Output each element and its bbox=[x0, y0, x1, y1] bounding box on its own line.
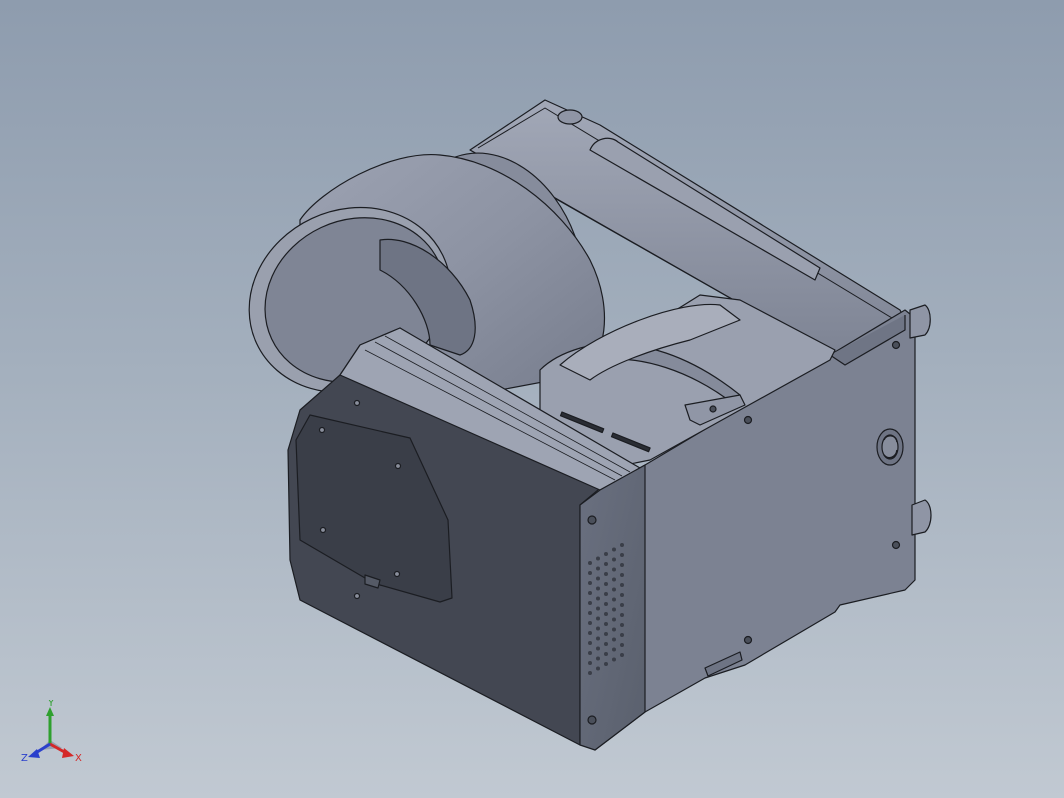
rail-knob bbox=[557, 109, 583, 125]
coordinate-triad-icon: Y X Z bbox=[21, 700, 82, 764]
vent-hole bbox=[604, 642, 608, 646]
front-screw bbox=[587, 715, 597, 725]
rear-bolt bbox=[911, 499, 932, 536]
vent-hole bbox=[612, 567, 616, 572]
side-screw bbox=[891, 340, 901, 350]
panel-screw bbox=[353, 399, 361, 407]
vent-hole bbox=[620, 643, 624, 647]
vent-hole bbox=[620, 563, 624, 567]
vent-hole bbox=[588, 561, 592, 565]
vent-hole bbox=[596, 656, 600, 661]
door-screw bbox=[393, 570, 401, 578]
adjust-knob-icon[interactable] bbox=[876, 428, 904, 466]
vent-hole bbox=[620, 543, 624, 547]
vent-hole bbox=[588, 661, 592, 665]
vent-hole bbox=[620, 653, 624, 657]
triad-z-label: Z bbox=[21, 753, 28, 764]
rear-bolt bbox=[909, 304, 931, 339]
vent-hole bbox=[588, 571, 592, 575]
vent-hole bbox=[604, 622, 608, 626]
vent-hole bbox=[612, 587, 616, 592]
vent-hole bbox=[604, 652, 608, 656]
panel-screw bbox=[353, 592, 361, 600]
vent-hole bbox=[604, 562, 608, 566]
vent-hole bbox=[604, 552, 608, 556]
vent-hole bbox=[588, 631, 592, 635]
vent-hole bbox=[612, 577, 616, 582]
latch-screw bbox=[709, 405, 717, 413]
vent-hole bbox=[612, 647, 616, 652]
vent-hole bbox=[588, 641, 592, 645]
door-screw bbox=[394, 462, 402, 470]
vent-hole bbox=[596, 576, 600, 581]
vent-hole bbox=[620, 573, 624, 577]
cad-model-view[interactable] bbox=[0, 0, 1064, 798]
side-screw bbox=[891, 540, 901, 550]
vent-hole bbox=[604, 602, 608, 606]
vent-hole bbox=[604, 582, 608, 586]
triad-x-label: X bbox=[75, 753, 82, 764]
vent-hole bbox=[620, 553, 624, 557]
vent-hole bbox=[620, 603, 624, 607]
vent-hole bbox=[596, 666, 600, 671]
vent-hole bbox=[620, 593, 624, 597]
vent-hole bbox=[620, 583, 624, 587]
vent-hole bbox=[612, 557, 616, 562]
vent-hole bbox=[588, 611, 592, 615]
vent-hole bbox=[604, 632, 608, 636]
vent-hole bbox=[596, 636, 600, 641]
triad-y-label: Y bbox=[47, 700, 55, 709]
vent-hole bbox=[604, 592, 608, 596]
vent-hole bbox=[612, 617, 616, 622]
vent-hole bbox=[596, 626, 600, 631]
vent-hole bbox=[612, 597, 616, 602]
vent-hole bbox=[620, 623, 624, 627]
vent-hole bbox=[596, 606, 600, 611]
vent-hole bbox=[596, 616, 600, 621]
vent-hole bbox=[588, 601, 592, 605]
vent-hole bbox=[612, 547, 616, 552]
vent-hole bbox=[612, 637, 616, 642]
vent-hole bbox=[596, 586, 600, 591]
front-face bbox=[579, 464, 646, 751]
vent-hole bbox=[604, 572, 608, 576]
door-screw bbox=[319, 526, 327, 534]
side-screw bbox=[743, 415, 753, 425]
vent-hole bbox=[620, 633, 624, 637]
vent-hole bbox=[588, 651, 592, 655]
vent-hole bbox=[588, 581, 592, 585]
vent-hole bbox=[612, 657, 616, 662]
vent-hole bbox=[588, 671, 592, 675]
vent-hole bbox=[620, 613, 624, 617]
vent-hole bbox=[596, 596, 600, 601]
front-screw bbox=[587, 515, 597, 525]
vent-hole bbox=[612, 607, 616, 612]
vent-hole bbox=[588, 591, 592, 595]
door-screw bbox=[318, 426, 326, 434]
vent-hole bbox=[612, 627, 616, 632]
cad-graphics-viewport[interactable]: Y X Z bbox=[0, 0, 1064, 798]
side-screw bbox=[743, 635, 753, 645]
vent-hole bbox=[604, 612, 608, 616]
vent-hole bbox=[604, 662, 608, 666]
vent-hole bbox=[596, 566, 600, 571]
vent-hole bbox=[596, 646, 600, 651]
vent-hole bbox=[596, 556, 600, 561]
vent-hole bbox=[588, 621, 592, 625]
